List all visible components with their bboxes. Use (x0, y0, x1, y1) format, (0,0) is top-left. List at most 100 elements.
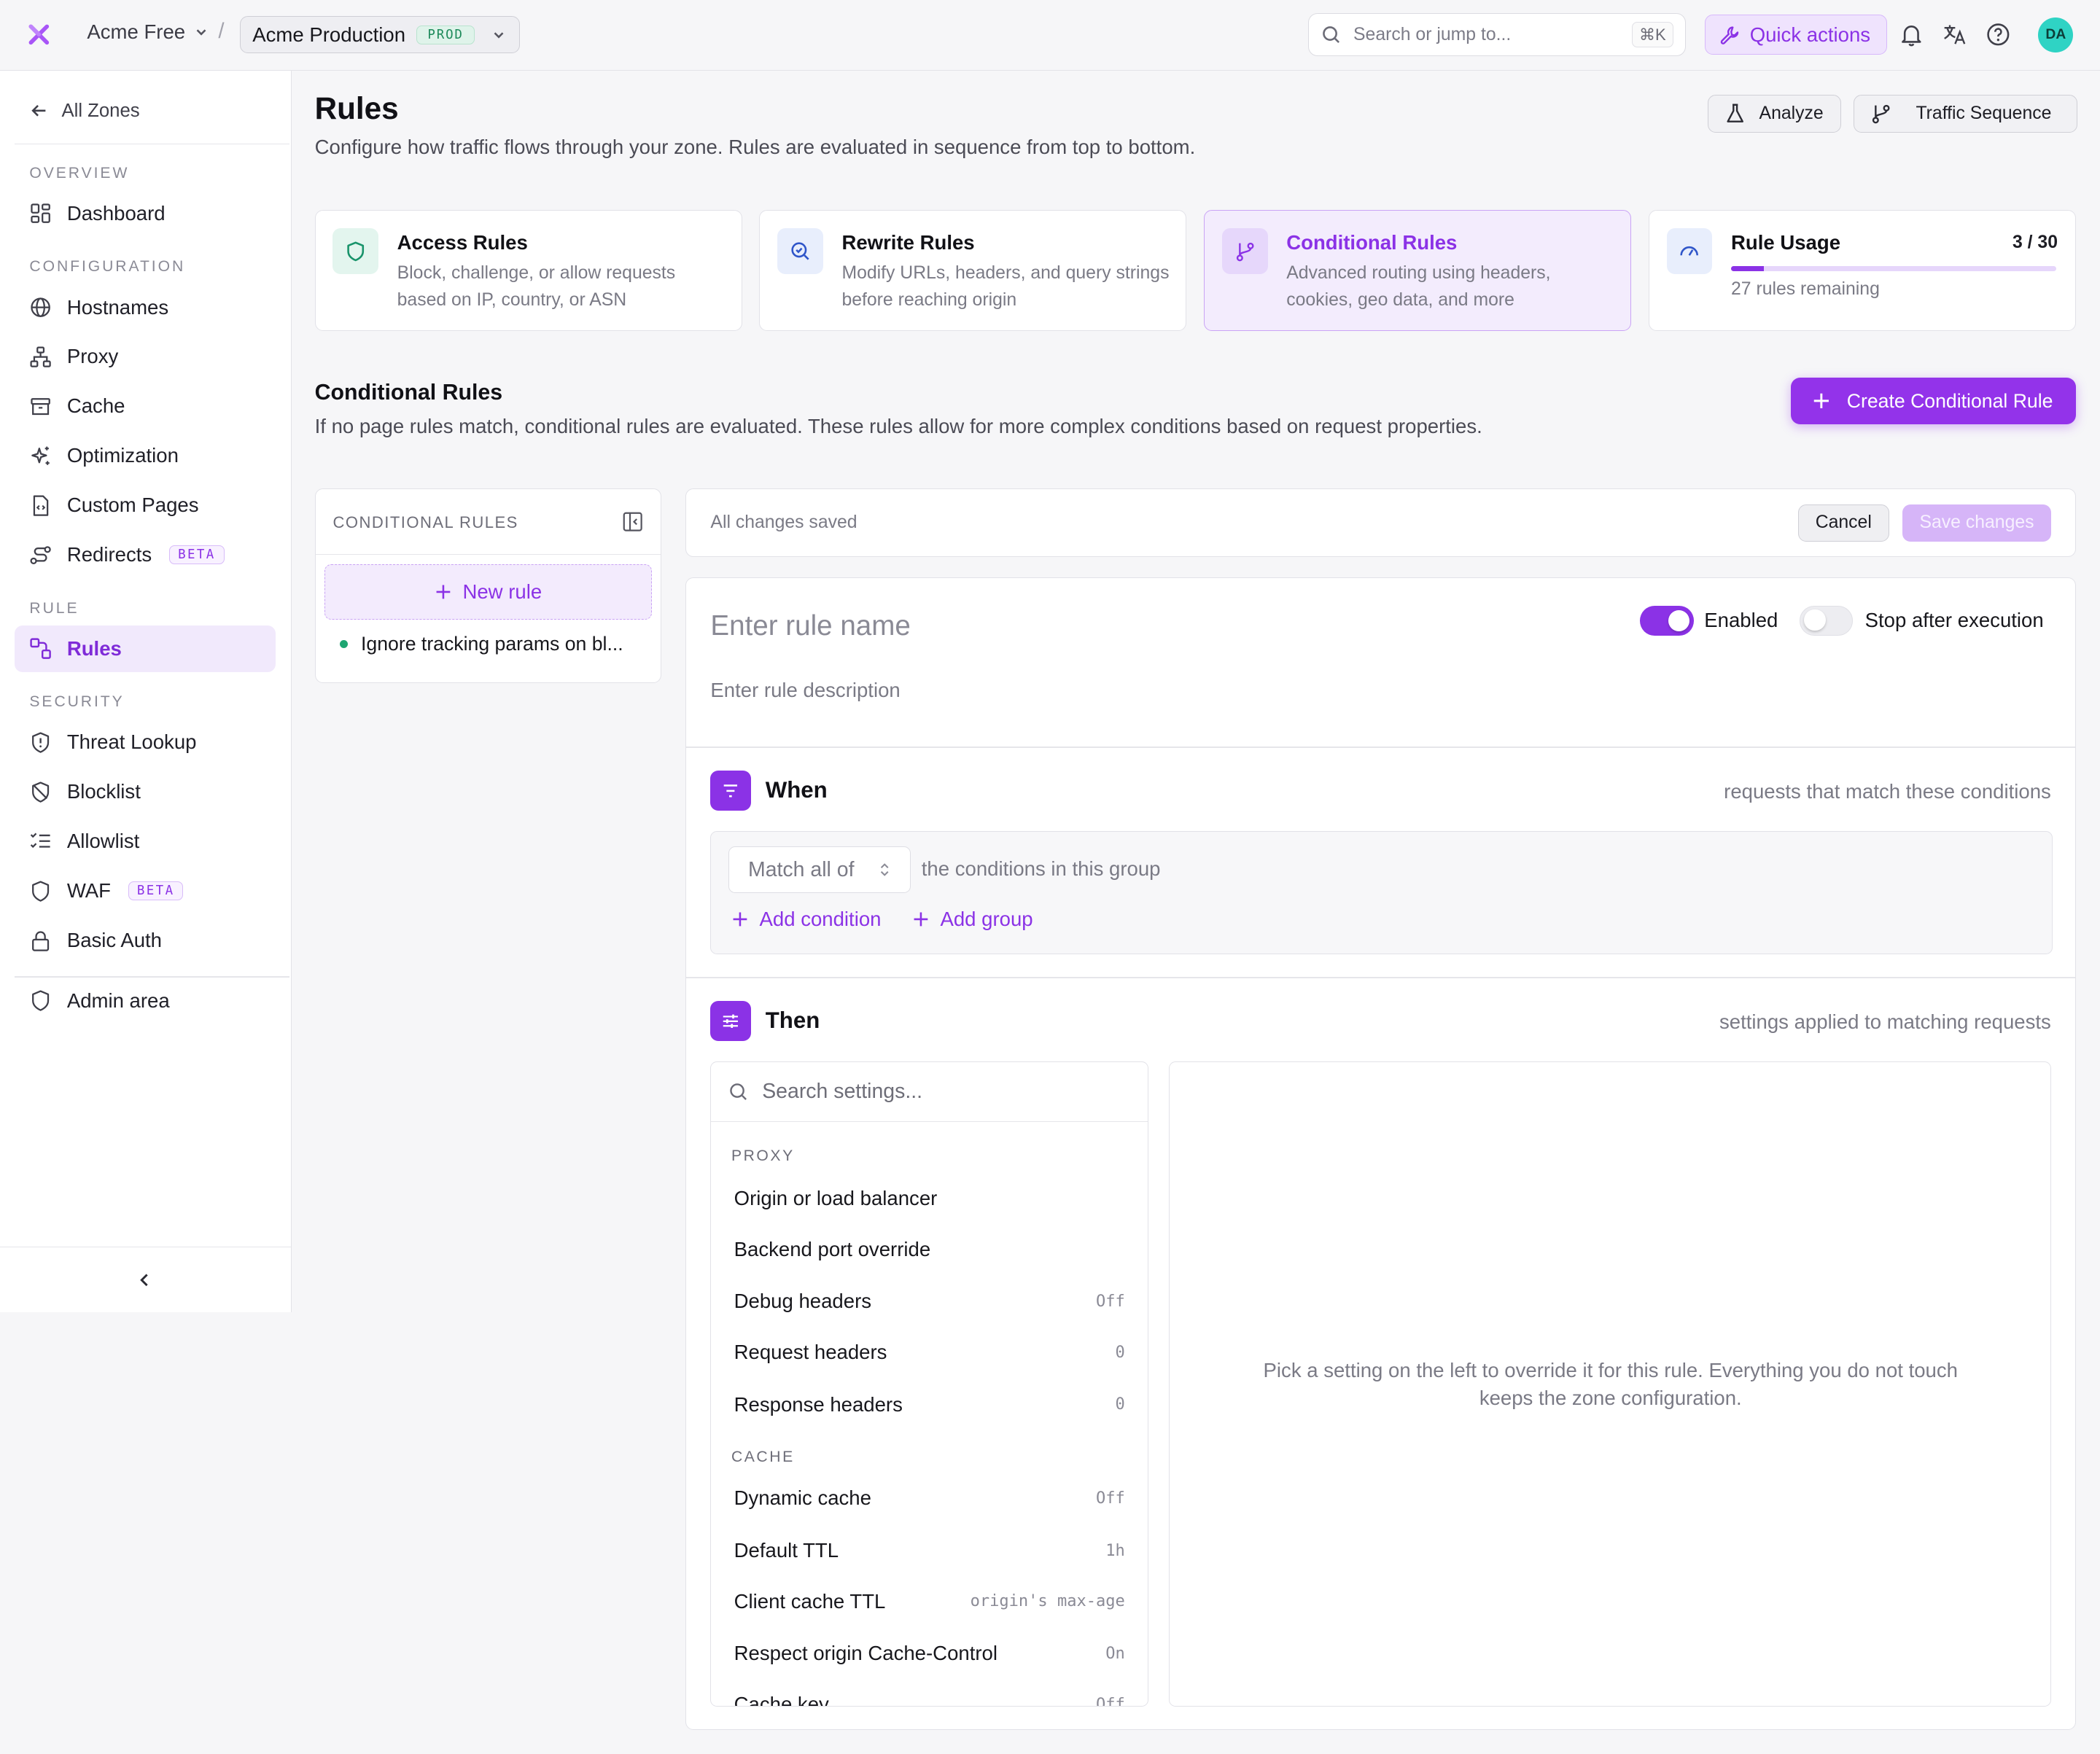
quick-actions-button[interactable]: Quick actions (1705, 15, 1887, 55)
zone-switcher[interactable]: Acme Production PROD (239, 16, 520, 54)
setting-row[interactable]: Respect origin Cache-Control On (711, 1629, 1148, 1677)
usage-progress-bar (1731, 265, 2057, 271)
usage-remaining: 27 rules remaining (1731, 279, 1880, 300)
lock-icon (32, 931, 50, 951)
setting-row[interactable]: Origin or load balancer (711, 1174, 1148, 1223)
setting-row[interactable]: Response headers 0 (711, 1381, 1148, 1429)
card-conditional-rules[interactable]: Conditional Rules Advanced routing using… (1204, 210, 1632, 331)
setting-row[interactable]: Request headers 0 (711, 1328, 1148, 1376)
section-label-overview: OVERVIEW (29, 164, 130, 182)
avatar[interactable]: DA (2038, 17, 2074, 52)
sidebar-item-rules[interactable]: Rules (15, 625, 276, 673)
sidebar-item-proxy[interactable]: Proxy (15, 333, 276, 380)
settings-group-label-cache: CACHE (731, 1449, 795, 1466)
sidebar-item-label: Admin area (66, 989, 170, 1012)
global-search[interactable]: Search or jump to... ⌘K (1308, 13, 1687, 57)
sidebar-item-cache[interactable]: Cache (15, 383, 276, 429)
cancel-button[interactable]: Cancel (1797, 504, 1889, 542)
setting-value: Off (1096, 1292, 1125, 1311)
setting-label: Dynamic cache (734, 1486, 871, 1510)
sidebar-item-basic-auth[interactable]: Basic Auth (15, 917, 276, 964)
divider (15, 143, 289, 145)
plus-icon (733, 913, 747, 927)
help-icon[interactable] (1985, 21, 2012, 48)
enabled-toggle[interactable] (1640, 606, 1694, 636)
search-icon (730, 1083, 747, 1100)
sliders-icon (723, 1014, 739, 1028)
setting-row[interactable]: Backend port override (711, 1225, 1148, 1274)
page-title: Rules (314, 90, 399, 125)
sidebar-item-allowlist[interactable]: Allowlist (15, 818, 276, 865)
sidebar-item-admin-area[interactable]: Admin area (15, 978, 276, 1024)
section-label-configuration: CONFIGURATION (29, 258, 186, 276)
settings-search-input[interactable] (762, 1079, 1124, 1104)
filter-icon-badge (710, 771, 751, 811)
sidebar-item-optimization[interactable]: Optimization (15, 432, 276, 479)
rule-description-input[interactable] (710, 674, 1514, 706)
stop-after-execution-toggle[interactable] (1799, 606, 1854, 636)
card-access-rules[interactable]: Access Rules Block, challenge, or allow … (314, 210, 742, 331)
collapse-sidebar-button[interactable] (0, 1246, 291, 1312)
new-rule-label: New rule (462, 580, 542, 603)
usage-progress-fill (1731, 265, 1764, 271)
sidebar-item-label: Threat Lookup (66, 730, 197, 754)
section-title: Conditional Rules (314, 380, 503, 405)
panel-collapse-icon[interactable] (622, 511, 643, 532)
quick-actions-label: Quick actions (1749, 23, 1871, 46)
when-hint: requests that match these conditions (1724, 779, 2051, 803)
beta-badge: BETA (128, 881, 184, 901)
setting-row[interactable]: Dynamic cache Off (711, 1474, 1148, 1522)
setting-row[interactable]: Cache key Off (711, 1680, 1148, 1706)
match-select[interactable]: Match all of (728, 846, 911, 894)
git-branch-icon (1872, 105, 1890, 124)
sidebar-item-waf[interactable]: WAF BETA (15, 868, 276, 914)
setting-row[interactable]: Default TTL 1h (711, 1527, 1148, 1575)
enabled-label: Enabled (1704, 608, 1778, 631)
search-shortcut: ⌘K (1631, 22, 1673, 48)
card-icon-bg (777, 228, 823, 274)
translate-icon[interactable] (1942, 21, 1969, 48)
new-rule-button[interactable]: New rule (324, 564, 652, 620)
save-changes-button[interactable]: Save changes (1902, 504, 2051, 542)
filter-icon (723, 784, 738, 798)
sidebar-item-threat-lookup[interactable]: Threat Lookup (15, 719, 276, 765)
sidebar-item-dashboard[interactable]: Dashboard (15, 190, 276, 237)
setting-row[interactable]: Client cache TTL origin's max-age (711, 1578, 1148, 1626)
app-root: Acme Free / Acme Production PROD Search … (0, 0, 2100, 1754)
card-title: Access Rules (397, 230, 528, 254)
sidebar-item-label: Blocklist (66, 780, 141, 803)
sidebar-item-label: Basic Auth (66, 929, 162, 952)
analyze-button[interactable]: Analyze (1707, 95, 1842, 133)
list-item[interactable]: Ignore tracking params on bl... (339, 633, 642, 655)
sidebar-item-hostnames[interactable]: Hostnames (15, 284, 276, 330)
sidebar-item-label: Optimization (66, 444, 179, 467)
sidebar-item-custom-pages[interactable]: Custom Pages (15, 482, 276, 529)
setting-value: 1h (1105, 1541, 1125, 1560)
org-switcher[interactable]: Acme Free (87, 20, 209, 44)
add-condition-label: Add condition (759, 908, 882, 931)
divider (686, 976, 2075, 978)
setting-row[interactable]: Debug headers Off (711, 1277, 1148, 1325)
then-hint: settings applied to matching requests (1719, 1010, 2051, 1033)
wrench-icon (1721, 26, 1739, 44)
create-conditional-rule-button[interactable]: Create Conditional Rule (1790, 377, 2076, 425)
match-value: Match all of (748, 857, 855, 881)
add-condition-button[interactable]: Add condition (731, 908, 882, 931)
setting-label: Origin or load balancer (734, 1186, 938, 1209)
network-icon (30, 346, 52, 367)
traffic-sequence-button[interactable]: Traffic Sequence (1853, 95, 2077, 133)
card-description: Block, challenge, or allow requests base… (397, 263, 676, 311)
add-group-label: Add group (940, 908, 1033, 931)
card-icon-bg (332, 228, 378, 274)
search-placeholder: Search or jump to... (1353, 24, 1512, 44)
logo-x-icon[interactable] (26, 21, 52, 48)
all-zones-link[interactable]: All Zones (29, 101, 140, 122)
sidebar-item-blocklist[interactable]: Blocklist (15, 768, 276, 815)
sidebar-item-redirects[interactable]: Redirects BETA (15, 531, 276, 578)
card-rewrite-rules[interactable]: Rewrite Rules Modify URLs, headers, and … (759, 210, 1187, 331)
bell-icon[interactable] (1898, 21, 1925, 48)
stop-after-execution-label: Stop after execution (1864, 608, 2044, 631)
rule-name-input[interactable] (710, 606, 1514, 647)
section-subtitle: If no page rules match, conditional rule… (314, 415, 1482, 438)
add-group-button[interactable]: Add group (912, 908, 1033, 931)
